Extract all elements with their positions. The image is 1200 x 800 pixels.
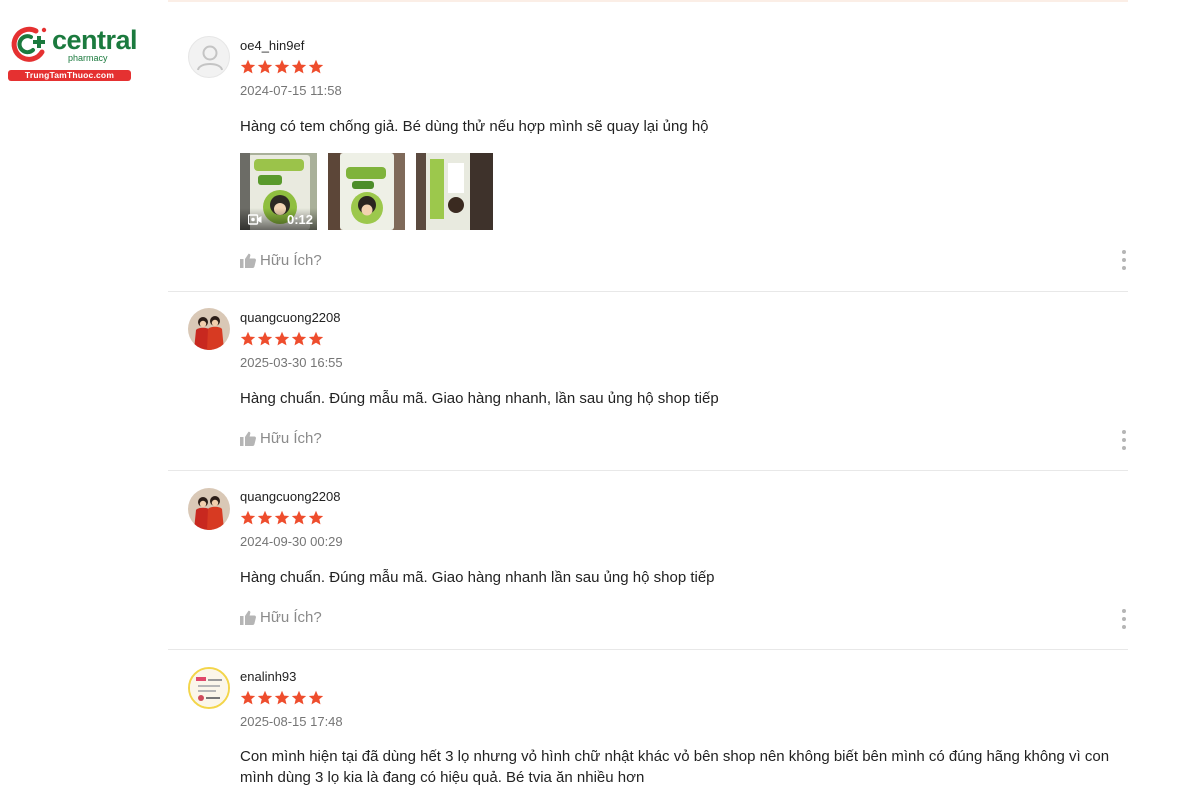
review-date: 2024-07-15 11:58	[240, 83, 342, 98]
more-options-button[interactable]	[1120, 250, 1128, 270]
helpful-label: Hữu Ích?	[260, 430, 322, 447]
review-date: 2025-08-15 17:48	[240, 714, 343, 729]
default-user-icon	[197, 45, 223, 71]
more-vertical-icon	[1122, 250, 1126, 254]
star-icon	[308, 510, 324, 525]
more-vertical-icon	[1122, 430, 1126, 434]
review-item: enalinh93 2025-08-15 17:48 Con mình hiện…	[168, 650, 1128, 800]
star-icon	[274, 331, 290, 346]
review-item: oe4_hin9ef 2024-07-15 11:58 Hàng có tem …	[168, 2, 1128, 292]
logo-subtitle: pharmacy	[68, 53, 108, 63]
brand-logo[interactable]: central pharmacy TrungTamThuoc.com	[6, 22, 138, 82]
logo-mark-icon	[11, 26, 47, 62]
helpful-button[interactable]: Hữu Ích?	[240, 252, 322, 269]
star-icon	[240, 59, 256, 74]
product-photo-image	[416, 153, 493, 230]
star-icon	[274, 690, 290, 705]
review-photo-thumbnail[interactable]	[416, 153, 493, 230]
review-text: Con mình hiện tại đã dùng hết 3 lọ nhưng…	[240, 748, 1110, 786]
avatar[interactable]	[188, 36, 230, 78]
logo-name: central	[52, 25, 138, 55]
helpful-label: Hữu Ích?	[260, 609, 322, 626]
product-photo-image	[328, 153, 405, 230]
star-icon	[240, 510, 256, 525]
star-icon	[291, 510, 307, 525]
more-options-button[interactable]	[1120, 609, 1128, 629]
star-icon	[240, 331, 256, 346]
avatar[interactable]	[188, 488, 230, 530]
thumb-up-icon	[240, 431, 256, 446]
helpful-label: Hữu Ích?	[260, 252, 322, 269]
review-date: 2025-03-30 16:55	[240, 355, 343, 370]
video-camera-icon	[248, 214, 262, 225]
star-icon	[257, 331, 273, 346]
more-options-button[interactable]	[1120, 430, 1128, 450]
star-icon	[257, 59, 273, 74]
star-icon	[257, 690, 273, 705]
logo-domain: TrungTamThuoc.com	[8, 70, 131, 81]
rating-stars	[240, 331, 1128, 349]
review-username[interactable]: quangcuong2208	[240, 489, 1128, 505]
rating-stars	[240, 510, 1128, 528]
review-item: quangcuong2208 2025-03-30 16:55 Hàng chu…	[168, 292, 1128, 471]
star-icon	[291, 690, 307, 705]
review-media: 0:12	[240, 153, 1128, 230]
star-icon	[240, 690, 256, 705]
user-photo-avatar	[190, 669, 228, 707]
avatar[interactable]	[188, 667, 230, 709]
review-username[interactable]: quangcuong2208	[240, 310, 1128, 326]
review-photo-thumbnail[interactable]	[328, 153, 405, 230]
helpful-button[interactable]: Hữu Ích?	[240, 609, 322, 626]
review-text: Hàng chuẩn. Đúng mẫu mã. Giao hàng nhanh…	[240, 569, 715, 586]
star-icon	[274, 510, 290, 525]
review-date: 2024-09-30 00:29	[240, 534, 343, 549]
avatar[interactable]	[188, 308, 230, 350]
rating-stars	[240, 59, 1128, 77]
thumb-up-icon	[240, 253, 256, 268]
rating-stars	[240, 690, 1128, 708]
video-duration: 0:12	[286, 212, 313, 227]
star-icon	[291, 59, 307, 74]
star-icon	[274, 59, 290, 74]
more-vertical-icon	[1122, 609, 1126, 613]
review-text: Hàng có tem chống giả. Bé dùng thử nếu h…	[240, 118, 709, 135]
review-text: Hàng chuẩn. Đúng mẫu mã. Giao hàng nhanh…	[240, 390, 719, 407]
user-photo-avatar	[188, 488, 230, 530]
helpful-button[interactable]: Hữu Ích?	[240, 430, 322, 447]
thumb-up-icon	[240, 610, 256, 625]
star-icon	[308, 690, 324, 705]
star-icon	[308, 331, 324, 346]
review-video-thumbnail[interactable]: 0:12	[240, 153, 317, 230]
review-username[interactable]: enalinh93	[240, 669, 1128, 685]
star-icon	[308, 59, 324, 74]
star-icon	[291, 331, 307, 346]
review-item: quangcuong2208 2024-09-30 00:29 Hàng chu…	[168, 471, 1128, 650]
review-username[interactable]: oe4_hin9ef	[240, 38, 1128, 54]
user-photo-avatar	[188, 308, 230, 350]
star-icon	[257, 510, 273, 525]
